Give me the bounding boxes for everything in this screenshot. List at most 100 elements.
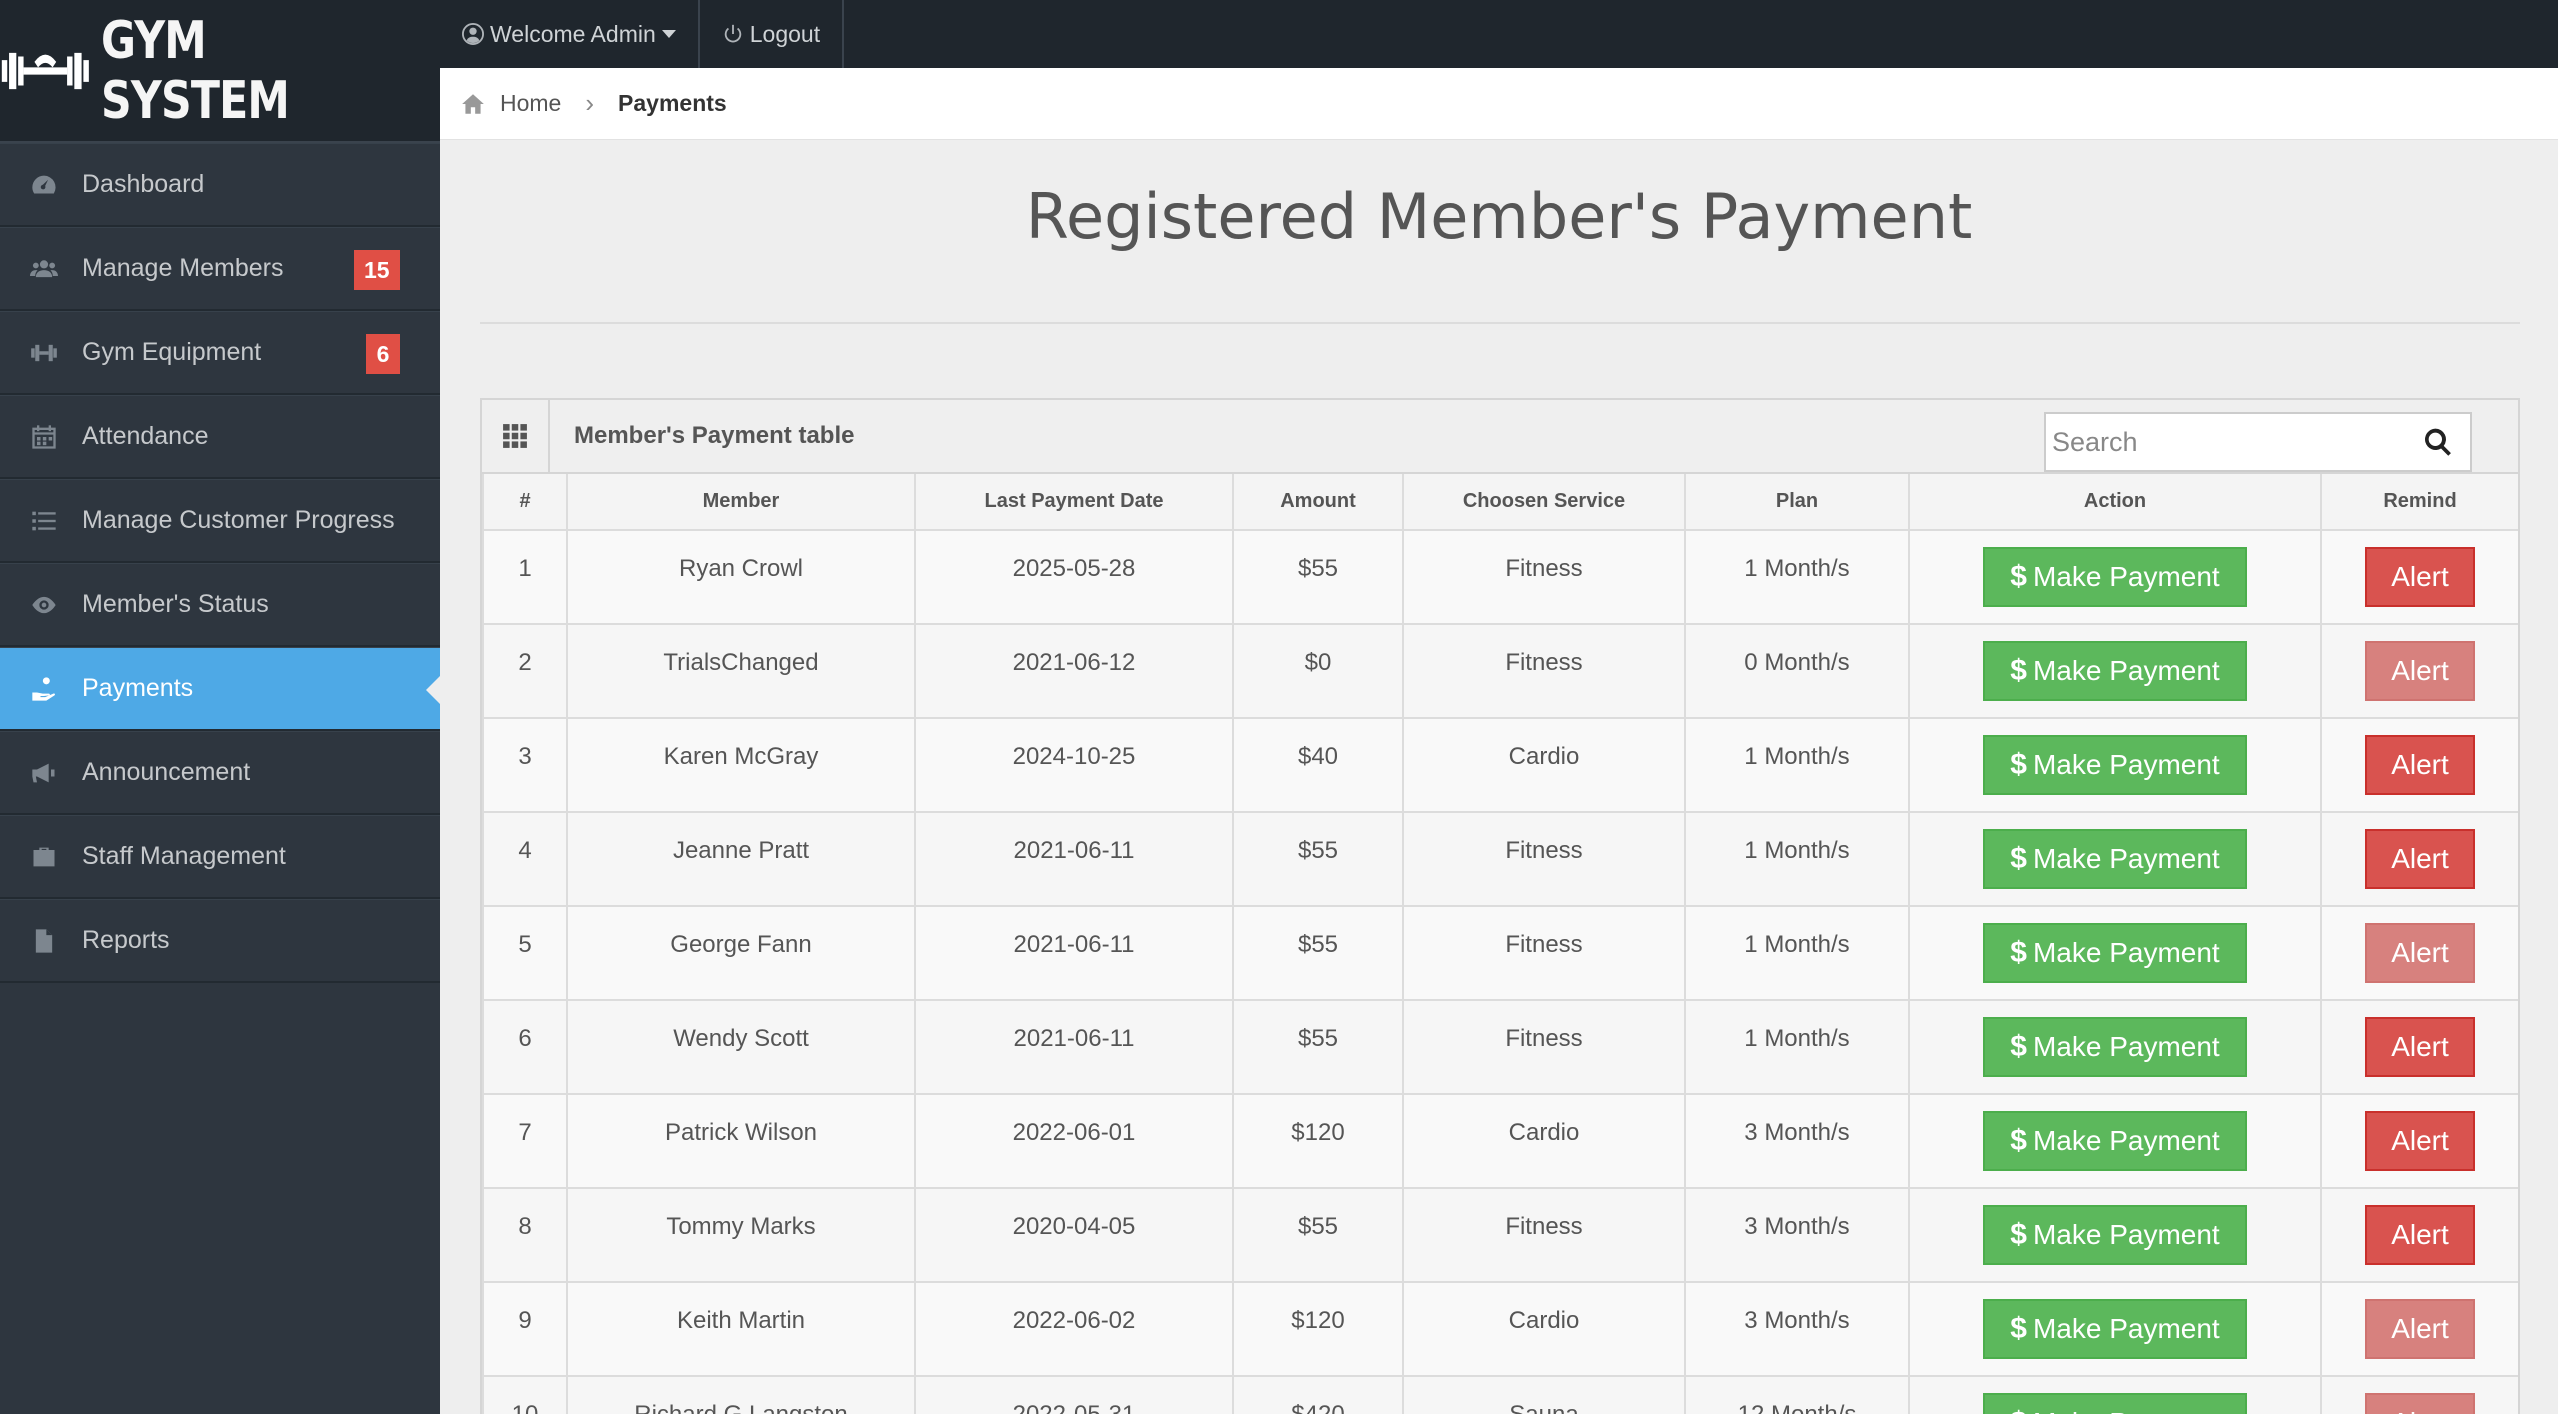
remind-cell: Alert (2320, 717, 2518, 813)
sidebar-item-manage-customer-progress[interactable]: Manage Customer Progress (0, 479, 440, 563)
caret-down-icon (661, 30, 676, 38)
sidebar-item-dashboard[interactable]: Dashboard (0, 143, 440, 227)
sidebar-item-manage-members[interactable]: Manage Members 15 (0, 227, 440, 311)
breadcrumb-separator-icon: › (585, 88, 595, 118)
sidebar-item-label: Staff Management (82, 842, 286, 870)
welcome-admin-dropdown[interactable]: Welcome Admin (440, 0, 700, 68)
breadcrumb-home-link[interactable]: Home (500, 90, 561, 117)
logo[interactable]: GYM SYSTEM (0, 0, 440, 143)
sidebar-item-attendance[interactable]: Attendance (0, 395, 440, 479)
remind-cell: Alert (2320, 623, 2518, 719)
column-header[interactable]: Plan (1684, 474, 1910, 531)
column-header[interactable]: Member (566, 474, 916, 531)
chosen-service-cell: Cardio (1402, 1281, 1686, 1377)
sidebar-item-members-status[interactable]: Member's Status (0, 563, 440, 647)
divider (480, 322, 2520, 324)
table-row: 8 Tommy Marks 2020-04-05 $55 Fitness 3 Month/… (482, 1187, 2518, 1283)
amount-cell: $55 (1232, 811, 1404, 907)
search-box (2044, 412, 2472, 472)
power-icon (724, 24, 742, 43)
chosen-service-cell: Fitness (1402, 1187, 1686, 1283)
make-payment-button[interactable]: $Make Payment (1983, 1205, 2247, 1265)
search-icon[interactable] (2422, 426, 2454, 458)
make-payment-label: Make Payment (2032, 843, 2220, 874)
sidebar-item-staff-management[interactable]: Staff Management (0, 815, 440, 899)
row-number-cell: 9 (482, 1281, 568, 1377)
last-payment-date-cell: 2022-05-31 (914, 1375, 1234, 1414)
make-payment-label: Make Payment (2032, 1219, 2220, 1250)
amount-cell: $55 (1232, 999, 1404, 1095)
make-payment-label: Make Payment (2032, 561, 2220, 592)
logout-button[interactable]: Logout (700, 0, 845, 68)
column-header[interactable]: Action (1908, 474, 2322, 531)
last-payment-date-cell: 2021-06-11 (914, 811, 1234, 907)
row-number-cell: 10 (482, 1375, 568, 1414)
last-payment-date-cell: 2021-06-11 (914, 905, 1234, 1001)
dollar-icon: $ (2010, 1312, 2027, 1345)
make-payment-label: Make Payment (2032, 749, 2220, 780)
alert-button[interactable]: Alert (2365, 547, 2475, 607)
plan-cell: 1 Month/s (1684, 905, 1910, 1001)
sidebar-item-payments[interactable]: Payments (0, 647, 440, 731)
column-header[interactable]: # (482, 474, 568, 531)
plan-cell: 3 Month/s (1684, 1093, 1910, 1189)
plan-cell: 1 Month/s (1684, 811, 1910, 907)
alert-button[interactable]: Alert (2365, 1299, 2475, 1359)
home-icon (462, 93, 484, 114)
alert-button[interactable]: Alert (2365, 641, 2475, 701)
row-number-cell: 1 (482, 529, 568, 625)
chosen-service-cell: Cardio (1402, 717, 1686, 813)
make-payment-button[interactable]: $Make Payment (1983, 735, 2247, 795)
last-payment-date-cell: 2021-06-11 (914, 999, 1234, 1095)
row-number-cell: 3 (482, 717, 568, 813)
column-header[interactable]: Last Payment Date (914, 474, 1234, 531)
sidebar-item-reports[interactable]: Reports (0, 899, 440, 983)
make-payment-button[interactable]: $Make Payment (1983, 1111, 2247, 1171)
make-payment-button[interactable]: $Make Payment (1983, 1299, 2247, 1359)
column-header[interactable]: Choosen Service (1402, 474, 1686, 531)
file-icon (28, 925, 60, 957)
make-payment-button[interactable]: $Make Payment (1983, 923, 2247, 983)
alert-button[interactable]: Alert (2365, 1017, 2475, 1077)
alert-button[interactable]: Alert (2365, 1205, 2475, 1265)
action-cell: $Make Payment (1908, 1375, 2322, 1414)
make-payment-button[interactable]: $Make Payment (1983, 829, 2247, 889)
dollar-icon: $ (2010, 560, 2027, 593)
member-name-cell: Jeanne Pratt (566, 811, 916, 907)
eye-icon (28, 589, 60, 621)
logout-label: Logout (749, 20, 821, 47)
make-payment-button[interactable]: $Make Payment (1983, 547, 2247, 607)
sidebar-item-label: Manage Members (82, 254, 284, 282)
action-cell: $Make Payment (1908, 999, 2322, 1095)
amount-cell: $55 (1232, 529, 1404, 625)
alert-button[interactable]: Alert (2365, 735, 2475, 795)
last-payment-date-cell: 2020-04-05 (914, 1187, 1234, 1283)
row-number-cell: 2 (482, 623, 568, 719)
sidebar-item-gym-equipment[interactable]: Gym Equipment 6 (0, 311, 440, 395)
alert-button[interactable]: Alert (2365, 1111, 2475, 1171)
column-header[interactable]: Amount (1232, 474, 1404, 531)
make-payment-button[interactable]: $Make Payment (1983, 641, 2247, 701)
dumbbell-icon (28, 337, 60, 369)
alert-button[interactable]: Alert (2365, 923, 2475, 983)
member-name-cell: Patrick Wilson (566, 1093, 916, 1189)
remind-cell: Alert (2320, 905, 2518, 1001)
member-name-cell: Keith Martin (566, 1281, 916, 1377)
make-payment-button[interactable]: $Make Payment (1983, 1393, 2247, 1414)
amount-cell: $55 (1232, 905, 1404, 1001)
amount-cell: $0 (1232, 623, 1404, 719)
make-payment-button[interactable]: $Make Payment (1983, 1017, 2247, 1077)
panel-header: Member's Payment table (482, 400, 2518, 474)
table-row: 6 Wendy Scott 2021-06-11 $55 Fitness 1 Month/… (482, 999, 2518, 1095)
make-payment-label: Make Payment (2032, 1313, 2220, 1344)
alert-button[interactable]: Alert (2365, 1393, 2475, 1414)
make-payment-label: Make Payment (2032, 1125, 2220, 1156)
sidebar-item-announcement[interactable]: Announcement (0, 731, 440, 815)
alert-button[interactable]: Alert (2365, 829, 2475, 889)
plan-cell: 3 Month/s (1684, 1187, 1910, 1283)
column-header[interactable]: Remind (2320, 474, 2518, 531)
make-payment-label: Make Payment (2032, 655, 2220, 686)
hand-coin-icon (28, 673, 60, 705)
top-bar: Welcome Admin Logout (440, 0, 2558, 68)
search-input[interactable] (2046, 426, 2406, 458)
